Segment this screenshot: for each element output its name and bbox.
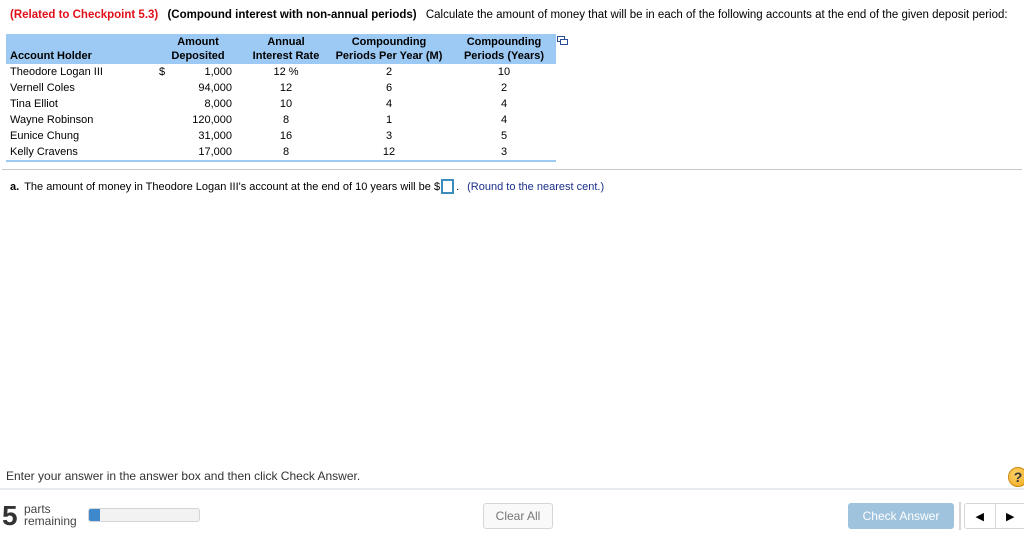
parts-remaining-count: 5 xyxy=(2,500,18,531)
cell-holder: Tina Elliot xyxy=(10,98,58,110)
cell-rate: 10 xyxy=(279,98,293,110)
cell-periods-per-year: 1 xyxy=(385,114,393,126)
cell-periods-per-year: 2 xyxy=(385,66,393,78)
cell-years: 4 xyxy=(500,114,508,126)
cell-periods-per-year: 3 xyxy=(385,130,393,142)
part-label: a. xyxy=(10,180,20,193)
header-interest-rate: Annual Interest Rate xyxy=(246,34,326,64)
currency-symbol: $ xyxy=(159,66,166,78)
divider xyxy=(0,488,1024,490)
cell-years: 5 xyxy=(500,130,508,142)
cell-amount: 8,000 xyxy=(204,98,232,110)
check-answer-button[interactable]: Check Answer xyxy=(848,503,954,529)
cell-holder: Wayne Robinson xyxy=(10,114,94,126)
table-row: Theodore Logan III $1,000 12 % 2 10 xyxy=(6,64,556,80)
question-part-a: a. The amount of money in Theodore Logan… xyxy=(10,179,604,194)
cell-periods-per-year: 6 xyxy=(385,82,393,94)
accounts-table: Account Holder Amount Deposited Annual Int… xyxy=(6,34,556,162)
cell-holder: Kelly Cravens xyxy=(6,144,150,162)
table-header-row: Account Holder Amount Deposited Annual Int… xyxy=(6,34,556,64)
cell-amount: 120,000 xyxy=(192,114,232,126)
question-header: (Related to Checkpoint 5.3) (Compound in… xyxy=(10,9,1008,21)
cell-years: 4 xyxy=(500,98,508,110)
table-row: Eunice Chung 31,000 16 3 5 xyxy=(6,128,556,144)
cell-holder: Vernell Coles xyxy=(10,82,75,94)
header-account-holder: Account Holder xyxy=(6,34,150,64)
table-row: Kelly Cravens 17,000 8 12 3 xyxy=(6,144,556,162)
cell-years: 2 xyxy=(500,82,508,94)
table-row: Tina Elliot 8,000 10 4 4 xyxy=(6,96,556,112)
cell-holder: Eunice Chung xyxy=(10,130,80,142)
part-period: . xyxy=(456,180,460,193)
progress-bar xyxy=(88,508,200,522)
cell-holder: Theodore Logan III xyxy=(10,66,103,78)
progress-fill xyxy=(89,509,100,521)
answer-input[interactable] xyxy=(441,179,455,194)
cell-rate: 8 xyxy=(246,144,326,162)
table-row: Wayne Robinson 120,000 8 1 4 xyxy=(6,112,556,128)
cell-periods-per-year: 4 xyxy=(385,98,393,110)
header-amount-deposited: Amount Deposited xyxy=(150,34,246,64)
cell-rate: 16 xyxy=(279,130,293,142)
divider xyxy=(959,502,961,530)
cell-amount: 94,000 xyxy=(198,82,232,94)
cell-rate: 8 xyxy=(282,114,290,126)
divider xyxy=(2,169,1022,170)
question-text: Calculate the amount of money that will … xyxy=(425,9,1008,21)
question-topic: (Compound interest with non-annual perio… xyxy=(167,9,417,21)
cell-rate: 12 % xyxy=(273,66,299,78)
cell-amount: 17,000 xyxy=(150,144,246,162)
cell-years: 3 xyxy=(452,144,556,162)
instruction-text: Enter your answer in the answer box and … xyxy=(6,469,361,483)
part-text: The amount of money in Theodore Logan II… xyxy=(24,180,441,193)
related-checkpoint-label: (Related to Checkpoint 5.3) xyxy=(10,9,159,21)
cell-amount: 31,000 xyxy=(198,130,232,142)
cell-years: 10 xyxy=(497,66,511,78)
previous-arrow-icon[interactable]: ◀ xyxy=(965,504,995,528)
next-arrow-icon[interactable]: ▶ xyxy=(994,504,1024,528)
parts-remaining-label: parts remaining xyxy=(24,502,77,528)
table-row: Vernell Coles 94,000 12 6 2 xyxy=(6,80,556,96)
cell-rate: 12 xyxy=(279,82,293,94)
cell-periods-per-year: 12 xyxy=(326,144,452,162)
header-periods-years: Compounding Periods (Years) xyxy=(452,34,556,64)
cell-amount: $1,000 xyxy=(150,64,246,80)
rounding-hint: (Round to the nearest cent.) xyxy=(467,180,605,193)
question-navigation: ◀ ▶ xyxy=(964,503,1024,529)
help-icon[interactable]: ? xyxy=(1008,467,1024,487)
clear-all-button[interactable]: Clear All xyxy=(483,503,553,529)
copy-data-icon[interactable] xyxy=(557,36,568,45)
header-periods-per-year: Compounding Periods Per Year (M) xyxy=(326,34,452,64)
